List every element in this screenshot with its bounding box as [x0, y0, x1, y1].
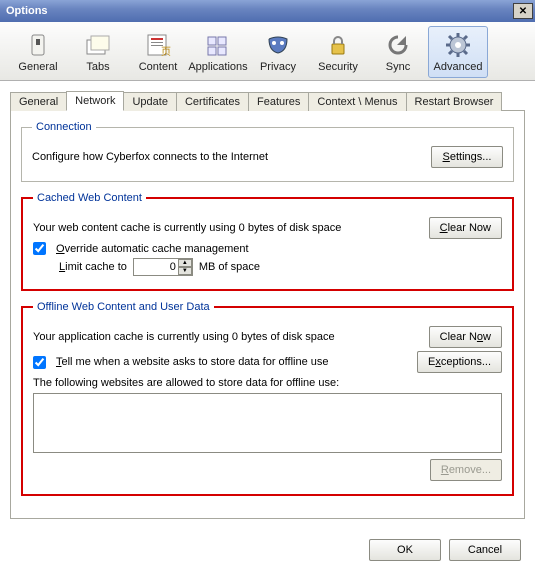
- connection-legend: Connection: [32, 121, 96, 133]
- tool-label: Privacy: [260, 61, 296, 73]
- override-cache-label[interactable]: Override automatic cache management: [56, 243, 249, 255]
- subtab-features[interactable]: Features: [248, 92, 309, 111]
- sync-icon: [384, 31, 412, 59]
- cache-group: Cached Web Content Your web content cach…: [21, 192, 514, 291]
- dialog-footer: OK Cancel: [0, 529, 535, 571]
- allowed-desc: The following websites are allowed to st…: [33, 377, 502, 389]
- tool-applications[interactable]: Applications: [188, 26, 248, 78]
- cache-legend: Cached Web Content: [33, 192, 146, 204]
- tool-label: Advanced: [434, 61, 483, 73]
- offline-legend: Offline Web Content and User Data: [33, 301, 214, 313]
- switch-icon: [24, 31, 52, 59]
- offline-usage: Your application cache is currently usin…: [33, 331, 335, 343]
- subtab-network[interactable]: Network: [66, 91, 124, 111]
- tool-sync[interactable]: Sync: [368, 26, 428, 78]
- content-icon: 页: [144, 31, 172, 59]
- tabs-icon: [84, 31, 112, 59]
- mask-icon: [264, 31, 292, 59]
- cache-clear-button[interactable]: Clear Now: [429, 217, 502, 239]
- subtab-certificates[interactable]: Certificates: [176, 92, 249, 111]
- subtab-restart-browser[interactable]: Restart Browser: [406, 92, 503, 111]
- close-button[interactable]: ✕: [513, 3, 533, 19]
- tool-label: Content: [139, 61, 178, 73]
- exceptions-button[interactable]: Exceptions...: [417, 351, 502, 373]
- subtab-strip: General Network Update Certificates Feat…: [10, 89, 525, 111]
- applications-icon: [204, 31, 232, 59]
- tool-label: Sync: [386, 61, 410, 73]
- settings-button[interactable]: Settings...: [431, 146, 503, 168]
- tool-label: Applications: [188, 61, 247, 73]
- limit-cache-prefix: Limit cache to: [59, 261, 127, 273]
- gear-icon: [444, 31, 472, 59]
- offline-clear-button[interactable]: Clear Now: [429, 326, 502, 348]
- ok-button[interactable]: OK: [369, 539, 441, 561]
- cancel-button[interactable]: Cancel: [449, 539, 521, 561]
- limit-cache-suffix: MB of space: [199, 261, 260, 273]
- tool-label: General: [18, 61, 57, 73]
- subtab-general[interactable]: General: [10, 92, 67, 111]
- offline-group: Offline Web Content and User Data Your a…: [21, 301, 514, 496]
- subtab-update[interactable]: Update: [123, 92, 176, 111]
- tool-security[interactable]: Security: [308, 26, 368, 78]
- lock-icon: [324, 31, 352, 59]
- override-cache-checkbox[interactable]: [33, 242, 46, 255]
- network-panel: Connection Configure how Cyberfox connec…: [10, 111, 525, 519]
- tool-label: Tabs: [86, 61, 109, 73]
- subtab-context-menus[interactable]: Context \ Menus: [308, 92, 406, 111]
- tell-me-checkbox[interactable]: [33, 356, 46, 369]
- remove-button: Remove...: [430, 459, 502, 481]
- tool-content[interactable]: 页 Content: [128, 26, 188, 78]
- tool-tabs[interactable]: Tabs: [68, 26, 128, 78]
- connection-group: Connection Configure how Cyberfox connec…: [21, 121, 514, 182]
- tool-privacy[interactable]: Privacy: [248, 26, 308, 78]
- connection-desc: Configure how Cyberfox connects to the I…: [32, 151, 268, 163]
- spinner-icon[interactable]: ▲▼: [178, 259, 192, 275]
- titlebar: Options ✕: [0, 0, 535, 22]
- window-title: Options: [6, 5, 48, 17]
- tool-advanced[interactable]: Advanced: [428, 26, 488, 78]
- tool-label: Security: [318, 61, 358, 73]
- tell-me-label[interactable]: Tell me when a website asks to store dat…: [56, 356, 329, 368]
- allowed-sites-list[interactable]: [33, 393, 502, 453]
- category-toolbar: General Tabs 页 Content Applications Priv…: [0, 22, 535, 81]
- cache-usage: Your web content cache is currently usin…: [33, 222, 341, 234]
- tool-general[interactable]: General: [8, 26, 68, 78]
- svg-text:页: 页: [161, 46, 171, 57]
